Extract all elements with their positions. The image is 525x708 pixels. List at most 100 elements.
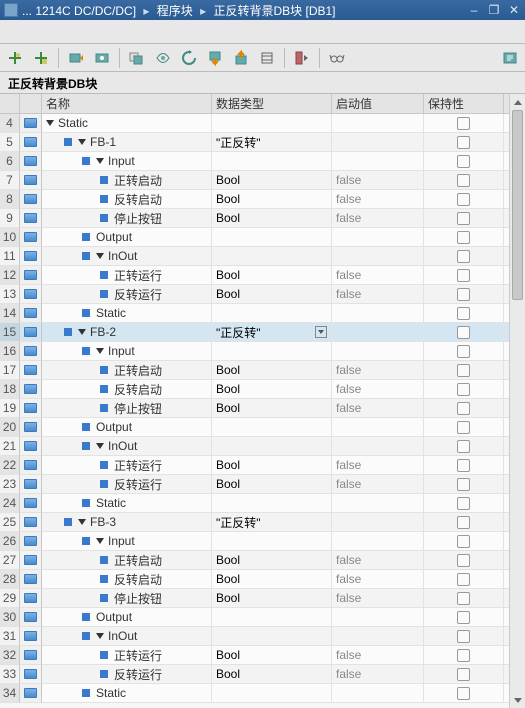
- start-cell[interactable]: [332, 532, 424, 551]
- retain-cell[interactable]: [424, 114, 504, 133]
- retain-cell[interactable]: [424, 418, 504, 437]
- retain-cell[interactable]: [424, 209, 504, 228]
- name-cell[interactable]: 反转启动: [42, 190, 212, 209]
- caret-down-icon[interactable]: [96, 538, 104, 544]
- start-cell[interactable]: false: [332, 456, 424, 475]
- name-cell[interactable]: 正转运行: [42, 456, 212, 475]
- retain-checkbox[interactable]: [457, 231, 470, 244]
- type-cell[interactable]: [212, 304, 332, 323]
- retain-checkbox[interactable]: [457, 212, 470, 225]
- dropdown-icon[interactable]: [315, 326, 327, 338]
- name-cell[interactable]: 停止按钮: [42, 209, 212, 228]
- retain-cell[interactable]: [424, 665, 504, 684]
- type-cell[interactable]: "正反转": [212, 323, 332, 342]
- type-cell[interactable]: Bool: [212, 171, 332, 190]
- retain-cell[interactable]: [424, 494, 504, 513]
- type-cell[interactable]: [212, 418, 332, 437]
- type-cell[interactable]: Bool: [212, 646, 332, 665]
- retain-cell[interactable]: [424, 589, 504, 608]
- start-cell[interactable]: [332, 494, 424, 513]
- crumb-3[interactable]: 正反转背景DB块 [DB1]: [213, 4, 335, 18]
- start-cell[interactable]: false: [332, 665, 424, 684]
- name-cell[interactable]: 反转启动: [42, 380, 212, 399]
- caret-down-icon[interactable]: [96, 158, 104, 164]
- type-cell[interactable]: Bool: [212, 266, 332, 285]
- name-cell[interactable]: FB-3: [42, 513, 212, 532]
- start-cell[interactable]: [332, 608, 424, 627]
- retain-checkbox[interactable]: [457, 364, 470, 377]
- name-cell[interactable]: 停止按钮: [42, 589, 212, 608]
- vertical-scrollbar[interactable]: [509, 94, 525, 708]
- name-cell[interactable]: 正转启动: [42, 171, 212, 190]
- retain-cell[interactable]: [424, 627, 504, 646]
- type-cell[interactable]: "正反转": [212, 133, 332, 152]
- download-button[interactable]: [204, 47, 226, 69]
- type-cell[interactable]: Bool: [212, 285, 332, 304]
- name-cell[interactable]: FB-1: [42, 133, 212, 152]
- header-name[interactable]: 名称: [42, 94, 212, 114]
- retain-checkbox[interactable]: [457, 402, 470, 415]
- type-cell[interactable]: Bool: [212, 570, 332, 589]
- type-cell[interactable]: [212, 684, 332, 703]
- monitor-button[interactable]: [152, 47, 174, 69]
- caret-down-icon[interactable]: [78, 519, 86, 525]
- retain-cell[interactable]: [424, 285, 504, 304]
- scroll-thumb[interactable]: [512, 110, 523, 300]
- retain-checkbox[interactable]: [457, 668, 470, 681]
- close-button[interactable]: ✕: [507, 3, 521, 17]
- type-cell[interactable]: [212, 152, 332, 171]
- type-cell[interactable]: [212, 228, 332, 247]
- name-cell[interactable]: Input: [42, 152, 212, 171]
- header-start[interactable]: 启动值: [332, 94, 424, 114]
- type-cell[interactable]: Bool: [212, 589, 332, 608]
- name-cell[interactable]: InOut: [42, 437, 212, 456]
- retain-checkbox[interactable]: [457, 421, 470, 434]
- retain-cell[interactable]: [424, 247, 504, 266]
- type-cell[interactable]: Bool: [212, 380, 332, 399]
- caret-down-icon[interactable]: [78, 329, 86, 335]
- start-cell[interactable]: false: [332, 171, 424, 190]
- start-cell[interactable]: [332, 437, 424, 456]
- scroll-down-button[interactable]: [510, 692, 525, 708]
- start-cell[interactable]: [332, 133, 424, 152]
- start-cell[interactable]: false: [332, 380, 424, 399]
- type-cell[interactable]: Bool: [212, 456, 332, 475]
- retain-checkbox[interactable]: [457, 687, 470, 700]
- type-cell[interactable]: Bool: [212, 551, 332, 570]
- retain-checkbox[interactable]: [457, 573, 470, 586]
- start-cell[interactable]: [332, 247, 424, 266]
- start-cell[interactable]: false: [332, 399, 424, 418]
- retain-checkbox[interactable]: [457, 383, 470, 396]
- name-cell[interactable]: Static: [42, 114, 212, 133]
- type-cell[interactable]: [212, 437, 332, 456]
- start-cell[interactable]: false: [332, 475, 424, 494]
- retain-cell[interactable]: [424, 361, 504, 380]
- scroll-up-button[interactable]: [510, 94, 525, 110]
- type-cell[interactable]: [212, 342, 332, 361]
- retain-cell[interactable]: [424, 684, 504, 703]
- header-retain[interactable]: 保持性: [424, 94, 504, 114]
- retain-cell[interactable]: [424, 437, 504, 456]
- crumb-1[interactable]: ... 1214C DC/DC/DC]: [22, 4, 136, 18]
- type-cell[interactable]: [212, 114, 332, 133]
- name-cell[interactable]: FB-2: [42, 323, 212, 342]
- name-cell[interactable]: 正转运行: [42, 646, 212, 665]
- name-cell[interactable]: InOut: [42, 627, 212, 646]
- retain-cell[interactable]: [424, 133, 504, 152]
- retain-checkbox[interactable]: [457, 592, 470, 605]
- retain-cell[interactable]: [424, 532, 504, 551]
- retain-checkbox[interactable]: [457, 554, 470, 567]
- type-cell[interactable]: Bool: [212, 190, 332, 209]
- name-cell[interactable]: 反转运行: [42, 285, 212, 304]
- type-cell[interactable]: [212, 608, 332, 627]
- type-cell[interactable]: Bool: [212, 209, 332, 228]
- minimize-button[interactable]: –: [467, 3, 481, 17]
- type-cell[interactable]: [212, 532, 332, 551]
- caret-down-icon[interactable]: [96, 253, 104, 259]
- retain-checkbox[interactable]: [457, 497, 470, 510]
- retain-cell[interactable]: [424, 342, 504, 361]
- name-cell[interactable]: Output: [42, 228, 212, 247]
- start-cell[interactable]: false: [332, 285, 424, 304]
- name-cell[interactable]: 正转启动: [42, 551, 212, 570]
- retain-cell[interactable]: [424, 646, 504, 665]
